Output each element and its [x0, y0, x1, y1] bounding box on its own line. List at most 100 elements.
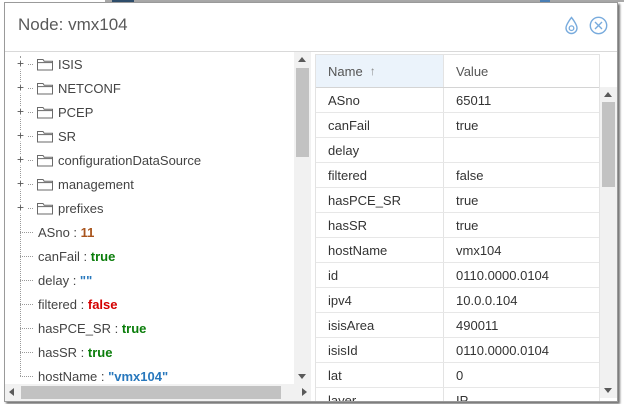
scroll-right-icon[interactable]: [302, 388, 307, 396]
scroll-down-icon[interactable]: [298, 374, 306, 379]
tree-vertical-scrollbar[interactable]: [294, 52, 311, 384]
tree-item-label: hasPCE_SR: [38, 321, 111, 336]
tree-item[interactable]: + prefixes: [5, 196, 294, 220]
tree-item[interactable]: + ISIS: [5, 52, 294, 76]
expand-plus-icon[interactable]: +: [14, 107, 27, 118]
expand-plus-icon[interactable]: +: [14, 83, 27, 94]
row-name: canFail: [316, 113, 443, 137]
row-value: vmx104: [443, 238, 599, 262]
scrollbar-thumb[interactable]: [296, 68, 309, 157]
tree-item-label: prefixes: [58, 201, 104, 216]
tree-horizontal-scrollbar[interactable]: [5, 384, 311, 401]
tree-item[interactable]: + NETCONF: [5, 76, 294, 100]
dialog-body: + ISIS: [5, 52, 617, 401]
tree-item-value: true: [91, 249, 116, 264]
table-row[interactable]: delay: [316, 138, 599, 163]
tree-item[interactable]: + configurationDataSource: [5, 148, 294, 172]
property-tree: + ISIS: [5, 52, 294, 384]
row-name: hasSR: [316, 213, 443, 237]
tree-item[interactable]: + hasPCE_SR : true: [5, 316, 294, 340]
scrollbar-thumb[interactable]: [602, 102, 615, 187]
scroll-down-icon[interactable]: [604, 388, 612, 393]
table-row[interactable]: hostName vmx104: [316, 238, 599, 263]
expand-plus-icon[interactable]: +: [14, 155, 27, 166]
tree-item[interactable]: + ASno : 11: [5, 220, 294, 244]
tree-item-value: false: [88, 297, 118, 312]
row-value: true: [443, 213, 599, 237]
table-row[interactable]: lat 0: [316, 363, 599, 388]
table-row[interactable]: hasPCE_SR true: [316, 188, 599, 213]
row-name: isisArea: [316, 313, 443, 337]
tree-item-value: 11: [81, 225, 95, 240]
row-value: true: [443, 113, 599, 137]
tree-item[interactable]: + hostName : "vmx104": [5, 364, 294, 384]
table-header: Name ↑ Value: [316, 55, 599, 88]
column-header-name[interactable]: Name ↑: [316, 55, 443, 87]
tree-item-label: ASno: [38, 225, 70, 240]
scrollbar-thumb[interactable]: [21, 386, 281, 399]
folder-icon: [37, 130, 53, 143]
row-value: true: [443, 188, 599, 212]
row-value: false: [443, 163, 599, 187]
tree-item-label: configurationDataSource: [58, 153, 201, 168]
table-row[interactable]: id 0110.0000.0104: [316, 263, 599, 288]
row-value: 0: [443, 363, 599, 387]
row-value: 10.0.0.104: [443, 288, 599, 312]
tree-item-separator: :: [69, 273, 80, 288]
table-row[interactable]: canFail true: [316, 113, 599, 138]
expand-plus-icon[interactable]: +: [14, 59, 27, 70]
folder-icon: [37, 82, 53, 95]
expand-plus-icon[interactable]: +: [14, 203, 27, 214]
tree-item[interactable]: + hasSR : true: [5, 340, 294, 364]
tree-item[interactable]: + SR: [5, 124, 294, 148]
tree-item[interactable]: + canFail : true: [5, 244, 294, 268]
tree-item-separator: :: [77, 297, 88, 312]
row-name: isisId: [316, 338, 443, 362]
table-vertical-scrollbar[interactable]: [600, 87, 617, 398]
table-row[interactable]: isisArea 490011: [316, 313, 599, 338]
sort-ascending-icon: ↑: [370, 64, 376, 78]
table-row[interactable]: layer IP: [316, 388, 599, 401]
scroll-up-icon[interactable]: [298, 57, 306, 62]
table-row[interactable]: isisId 0110.0000.0104: [316, 338, 599, 363]
row-name: hasPCE_SR: [316, 188, 443, 212]
folder-icon: [37, 58, 53, 71]
table-row[interactable]: ipv4 10.0.0.104: [316, 288, 599, 313]
expand-plus-icon[interactable]: +: [14, 131, 27, 142]
row-value: 0110.0000.0104: [443, 263, 599, 287]
tree-item[interactable]: + management: [5, 172, 294, 196]
row-value: 0110.0000.0104: [443, 338, 599, 362]
row-name: id: [316, 263, 443, 287]
tree-item[interactable]: + delay : "": [5, 268, 294, 292]
row-value: IP: [443, 388, 599, 401]
tree-item[interactable]: + filtered : false: [5, 292, 294, 316]
column-header-value[interactable]: Value: [443, 55, 599, 87]
row-name: layer: [316, 388, 443, 401]
tree-item-separator: :: [111, 321, 122, 336]
row-name: hostName: [316, 238, 443, 262]
table-row[interactable]: filtered false: [316, 163, 599, 188]
row-value: 490011: [443, 313, 599, 337]
close-icon[interactable]: [589, 16, 608, 35]
tree-item-label: hasSR: [38, 345, 77, 360]
properties-pane: Name ↑ Value ASno 65011: [315, 52, 617, 401]
row-value: 65011: [443, 88, 599, 112]
tree-item-label: NETCONF: [58, 81, 121, 96]
tree-item[interactable]: + PCEP: [5, 100, 294, 124]
expand-plus-icon[interactable]: +: [14, 179, 27, 190]
row-value: [443, 138, 599, 162]
row-name: filtered: [316, 163, 443, 187]
tree-item-separator: :: [70, 225, 81, 240]
tree-item-label: PCEP: [58, 105, 93, 120]
properties-table: Name ↑ Value ASno 65011: [315, 54, 600, 401]
scroll-up-icon[interactable]: [604, 92, 612, 97]
tree-item-label: delay: [38, 273, 69, 288]
table-body: ASno 65011 canFail true delay: [316, 88, 599, 401]
tree-item-separator: :: [97, 369, 108, 384]
droplet-icon[interactable]: [564, 16, 579, 35]
table-row[interactable]: hasSR true: [316, 213, 599, 238]
screen-background: Node: vmx104: [0, 0, 624, 404]
table-row[interactable]: ASno 65011: [316, 88, 599, 113]
scroll-left-icon[interactable]: [9, 388, 14, 396]
tree-item-label: hostName: [38, 369, 97, 384]
